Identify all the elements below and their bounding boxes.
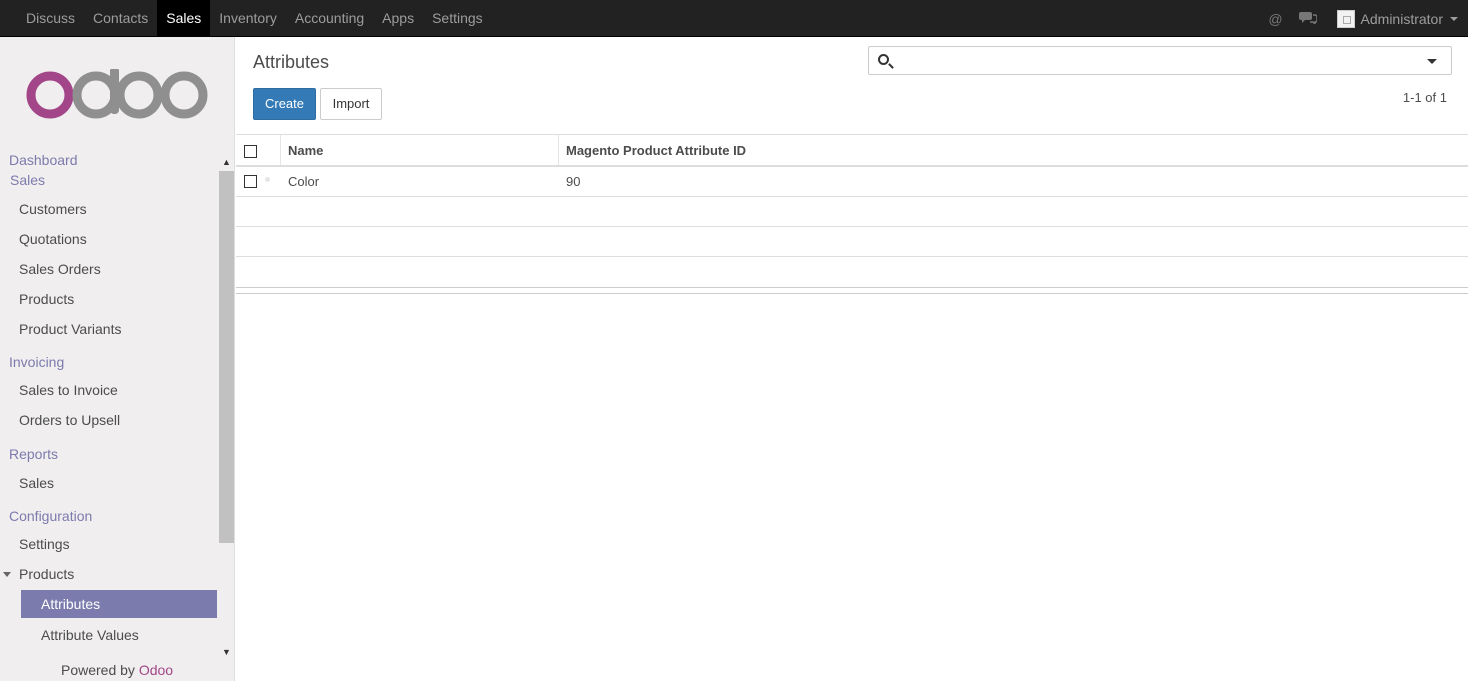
- menu-apps[interactable]: Apps: [373, 0, 423, 37]
- navbar-right: @ Administrator: [1260, 0, 1458, 37]
- table-header: Name Magento Product Attribute ID: [236, 134, 1468, 167]
- menu-settings[interactable]: Settings: [423, 0, 492, 37]
- section-invoicing: Invoicing: [9, 354, 65, 370]
- menu-accounting[interactable]: Accounting: [286, 0, 373, 37]
- at-icon[interactable]: @: [1268, 11, 1282, 27]
- sidebar-item-sales-to-invoice[interactable]: Sales to Invoice: [19, 382, 118, 398]
- sidebar-item-config-products[interactable]: Products: [19, 566, 74, 582]
- select-all-checkbox[interactable]: [244, 145, 257, 158]
- sidebar-item-attributes[interactable]: Attributes: [21, 590, 217, 618]
- powered-by-brand-link[interactable]: Odoo: [139, 662, 173, 678]
- sidebar-item-customers[interactable]: Customers: [19, 201, 87, 217]
- menu-contacts[interactable]: Contacts: [84, 0, 157, 37]
- sidebar: Dashboard Sales Customers Quotations Sal…: [0, 37, 235, 681]
- sidebar-item-sales-orders[interactable]: Sales Orders: [19, 261, 101, 277]
- empty-row: [236, 227, 1468, 257]
- chat-icon[interactable]: [1298, 10, 1318, 27]
- scroll-down-icon[interactable]: ▼: [222, 647, 231, 657]
- page-title: Attributes: [253, 52, 330, 72]
- powered-by: Powered by Odoo: [61, 662, 174, 678]
- caret-down-icon: [3, 572, 11, 577]
- column-header-magento-id[interactable]: Magento Product Attribute ID: [566, 135, 746, 165]
- scrollbar-thumb[interactable]: [219, 171, 234, 543]
- cell-name: Color: [288, 174, 320, 189]
- sidebar-item-attribute-values[interactable]: Attribute Values: [41, 627, 139, 643]
- chevron-down-icon[interactable]: [1450, 16, 1458, 21]
- powered-by-label: Powered by: [61, 662, 135, 678]
- empty-row: [236, 197, 1468, 227]
- sidebar-item-product-variants[interactable]: Product Variants: [19, 321, 121, 337]
- pager[interactable]: 1-1 of 1: [1403, 90, 1447, 105]
- table-footer: [236, 287, 1468, 294]
- sidebar-scrollbar[interactable]: ▲ ▼: [218, 151, 234, 663]
- app-menu: Discuss Contacts Sales Inventory Account…: [17, 0, 492, 37]
- sidebar-item-products[interactable]: Products: [19, 291, 74, 307]
- attributes-table: Name Magento Product Attribute ID Color …: [236, 134, 1468, 294]
- menu-sales[interactable]: Sales: [157, 0, 211, 37]
- sidebar-item-orders-to-upsell[interactable]: Orders to Upsell: [19, 412, 120, 428]
- menu-inventory[interactable]: Inventory: [210, 0, 286, 37]
- column-divider: [280, 135, 281, 165]
- import-button[interactable]: Import: [320, 88, 382, 120]
- search-input[interactable]: [899, 51, 1419, 71]
- cell-magento-id: 90: [566, 174, 581, 189]
- menu-discuss[interactable]: Discuss: [17, 0, 84, 37]
- column-header-name[interactable]: Name: [288, 135, 323, 165]
- user-menu[interactable]: Administrator: [1361, 11, 1443, 27]
- row-checkbox[interactable]: [244, 175, 257, 188]
- avatar[interactable]: [1336, 9, 1355, 28]
- section-configuration: Configuration: [9, 508, 93, 524]
- search-box[interactable]: [868, 46, 1452, 75]
- search-options-dropdown-icon[interactable]: [1427, 59, 1437, 64]
- top-navbar: Discuss Contacts Sales Inventory Account…: [0, 0, 1468, 37]
- scroll-up-icon[interactable]: ▲: [222, 157, 231, 167]
- section-dashboard[interactable]: Dashboard: [9, 152, 78, 168]
- section-sales: Sales: [10, 172, 46, 188]
- table-row[interactable]: Color 90: [236, 167, 1468, 197]
- search-icon: [878, 54, 889, 65]
- sidebar-item-settings[interactable]: Settings: [19, 536, 70, 552]
- create-button[interactable]: Create: [253, 88, 316, 120]
- section-reports: Reports: [9, 446, 59, 462]
- sidebar-item-reports-sales[interactable]: Sales: [19, 475, 54, 491]
- odoo-logo: [26, 69, 208, 119]
- empty-row: [236, 257, 1468, 287]
- column-divider: [558, 135, 559, 165]
- sidebar-item-quotations[interactable]: Quotations: [19, 231, 87, 247]
- main-content: Attributes Create Import 1-1 of 1 Name M…: [236, 37, 1468, 681]
- drag-handle-icon[interactable]: [265, 177, 270, 182]
